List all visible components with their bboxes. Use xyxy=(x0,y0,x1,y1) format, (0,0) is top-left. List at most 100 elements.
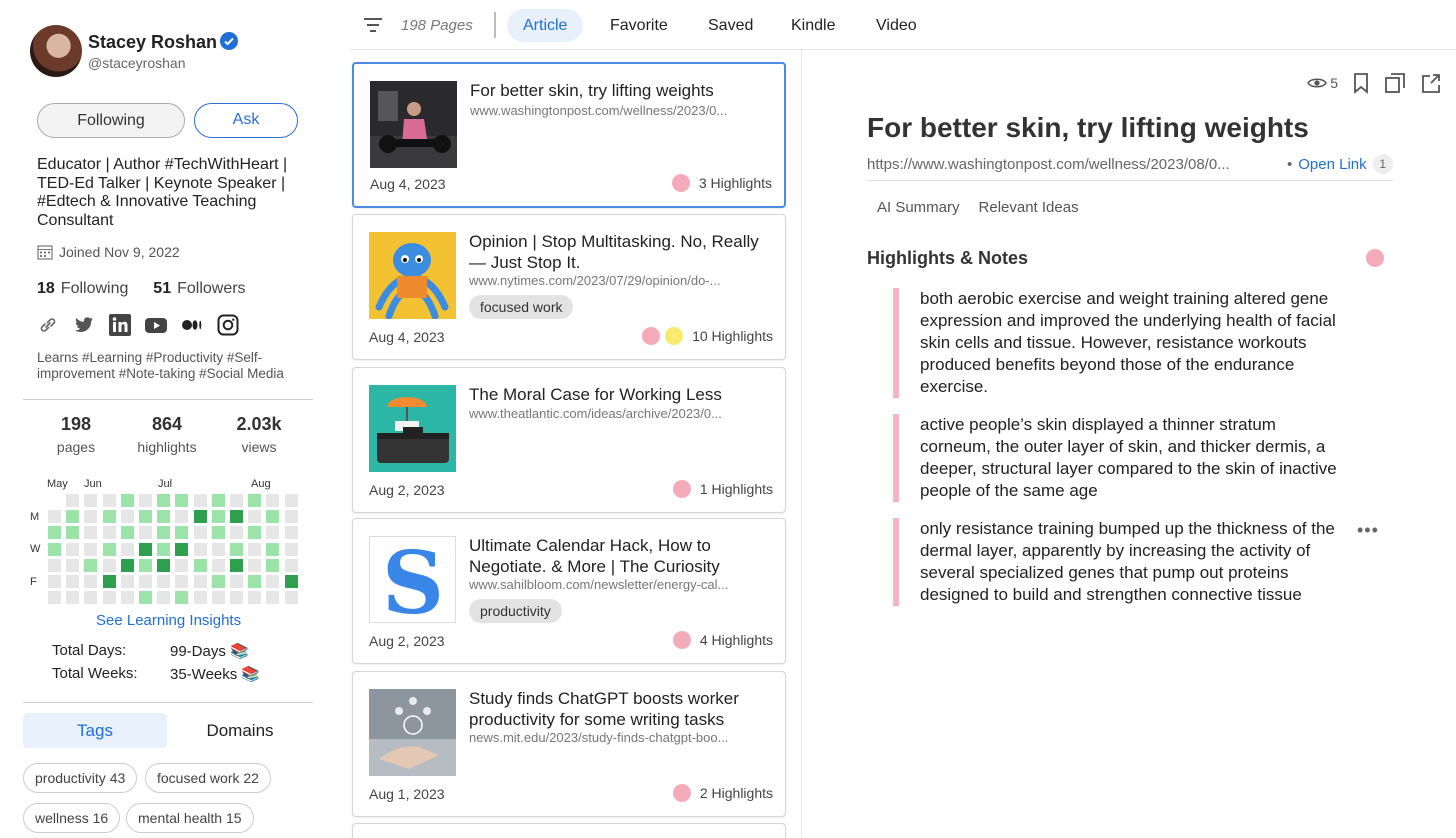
ask-button[interactable]: Ask xyxy=(194,103,298,138)
heatmap-cell xyxy=(102,526,116,540)
highlight-item[interactable]: active people’s skin displayed a thinner… xyxy=(893,414,1343,502)
heatmap-cell xyxy=(175,591,189,605)
stat-views: 2.03k views xyxy=(226,414,292,455)
heatmap-cell xyxy=(102,542,116,556)
twitter-icon[interactable] xyxy=(73,314,95,336)
followers-text: Followers xyxy=(177,280,246,297)
heatmap-cell xyxy=(84,591,98,605)
youtube-icon[interactable] xyxy=(145,314,167,336)
article-card[interactable]: S Ultimate Calendar Hack, How to Negotia… xyxy=(352,518,786,664)
medium-icon[interactable] xyxy=(181,314,203,336)
heatmap-cell xyxy=(193,558,207,572)
heatmap-cell xyxy=(157,494,171,507)
article-tag[interactable]: focused work xyxy=(469,295,574,319)
avatar[interactable] xyxy=(30,25,82,77)
calendar-icon xyxy=(37,245,53,260)
profile-panel: Stacey Roshan @staceyroshan Following As… xyxy=(0,0,336,838)
heatmap-cell xyxy=(193,575,207,588)
pink-dot xyxy=(672,784,691,802)
heatmap-cell xyxy=(175,510,189,524)
heatmap-cell xyxy=(48,591,61,605)
share-icon[interactable] xyxy=(1420,72,1442,94)
more-options-icon[interactable]: ••• xyxy=(1357,520,1379,541)
heatmap-cell xyxy=(157,542,171,556)
tab-relevant-ideas[interactable]: Relevant Ideas xyxy=(979,199,1079,216)
instagram-icon[interactable] xyxy=(217,314,239,336)
heatmap-cell xyxy=(102,558,116,572)
view-count: 5 xyxy=(1307,75,1338,91)
following-link[interactable]: 18 Following xyxy=(37,280,128,297)
heatmap-cell xyxy=(230,591,243,605)
copy-icon[interactable] xyxy=(1384,72,1406,94)
heatmap-cell xyxy=(84,510,98,524)
heatmap-cell xyxy=(193,542,207,556)
article-card[interactable]: The Moral Case for Working Less www.thea… xyxy=(352,367,786,513)
open-link[interactable]: Open Link xyxy=(1298,156,1366,173)
heatmap-cell xyxy=(175,494,189,507)
linkedin-icon[interactable] xyxy=(109,314,131,336)
heatmap-cell xyxy=(48,558,61,572)
heatmap-cell xyxy=(230,510,243,524)
tab-domains[interactable]: Domains xyxy=(167,713,313,748)
highlight-color-dot[interactable] xyxy=(1366,249,1384,267)
heatmap-cell xyxy=(139,510,152,524)
article-card[interactable]: Study finds ChatGPT boosts worker produc… xyxy=(352,671,786,817)
learning-insights-link[interactable]: See Learning Insights xyxy=(96,612,241,629)
bookmark-icon[interactable] xyxy=(1352,72,1370,94)
tab-article[interactable]: Article xyxy=(507,9,584,42)
tag-chip[interactable]: focused work 22 xyxy=(145,763,271,793)
heatmap-cell xyxy=(266,526,280,540)
article-url: www.nytimes.com/2023/07/29/opinion/do-..… xyxy=(469,273,721,288)
followers-count: 51 xyxy=(153,280,172,297)
tab-tags[interactable]: Tags xyxy=(23,713,167,748)
following-text: Following xyxy=(60,280,129,297)
heatmap-cell xyxy=(120,558,134,572)
heatmap-cell xyxy=(284,591,298,605)
tag-chip[interactable]: mental health 15 xyxy=(126,803,254,833)
following-button[interactable]: Following xyxy=(37,103,185,138)
article-card[interactable]: For better skin, try lifting weights www… xyxy=(352,62,786,208)
article-thumbnail xyxy=(369,689,456,776)
heatmap-cell xyxy=(84,526,98,540)
highlight-count-text: 2 Highlights xyxy=(699,785,773,801)
heatmap-cell xyxy=(230,526,243,540)
heatmap-cell xyxy=(248,558,262,572)
filter-icon[interactable] xyxy=(363,16,383,34)
article-title: Opinion | Stop Multitasking. No, Really … xyxy=(469,232,759,272)
article-tag[interactable]: productivity xyxy=(469,599,562,623)
eye-icon xyxy=(1307,78,1328,88)
highlight-item[interactable]: both aerobic exercise and weight trainin… xyxy=(893,288,1343,398)
detail-tabs: AI Summary Relevant Ideas xyxy=(877,199,1079,216)
article-card[interactable] xyxy=(352,823,786,838)
heatmap-cell xyxy=(66,494,80,507)
separator: • xyxy=(1287,155,1293,173)
tag-chip[interactable]: productivity 43 xyxy=(23,763,138,793)
followers-link[interactable]: 51 Followers xyxy=(153,280,245,297)
tag-chip[interactable]: wellness 16 xyxy=(23,803,121,833)
tab-ai-summary[interactable]: AI Summary xyxy=(877,199,960,216)
highlight-count: 4 Highlights xyxy=(672,631,773,649)
heatmap-cell xyxy=(48,542,61,556)
article-url: www.theatlantic.com/ideas/archive/2023/0… xyxy=(469,406,722,421)
link-icon[interactable] xyxy=(37,314,59,336)
heatmap-cell xyxy=(211,526,225,540)
article-url: news.mit.edu/2023/study-finds-chatgpt-bo… xyxy=(469,730,729,745)
heatmap-cell xyxy=(193,494,207,507)
article-card[interactable]: Opinion | Stop Multitasking. No, Really … xyxy=(352,214,786,360)
tab-favorite[interactable]: Favorite xyxy=(610,9,668,42)
follow-stats: 18 Following 51 Followers xyxy=(37,280,246,298)
heatmap-cell xyxy=(284,575,298,588)
highlight-item[interactable]: only resistance training bumped up the t… xyxy=(893,518,1343,606)
detail-url: https://www.washingtonpost.com/wellness/… xyxy=(867,155,1230,173)
tab-saved[interactable]: Saved xyxy=(708,9,753,42)
heatmap-cell xyxy=(211,494,225,507)
heatmap-cell xyxy=(120,510,134,524)
profile-name: Stacey Roshan xyxy=(88,32,218,52)
highlights-notes-title: Highlights & Notes xyxy=(867,248,1028,268)
tab-kindle[interactable]: Kindle xyxy=(791,9,835,42)
stat-value: 2.03k xyxy=(236,414,282,434)
heatmap-cell xyxy=(211,510,225,524)
tab-video[interactable]: Video xyxy=(876,9,917,42)
heatmap-cell xyxy=(175,542,189,556)
heatmap-cell xyxy=(266,510,280,524)
